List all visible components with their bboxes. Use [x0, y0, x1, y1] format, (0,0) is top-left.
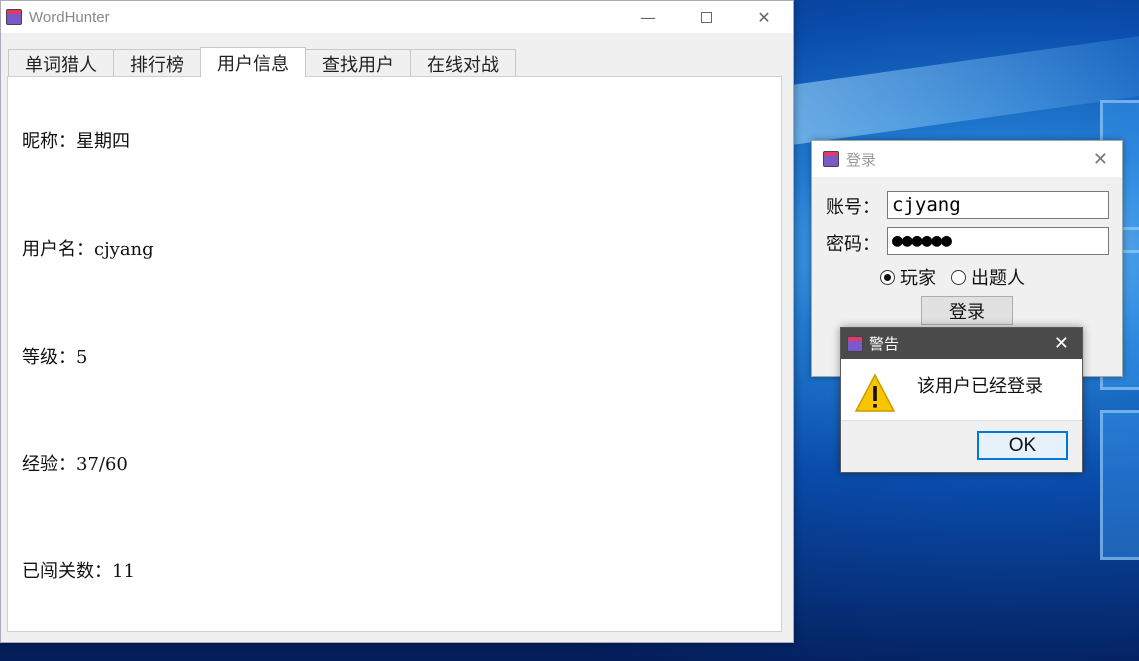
- tab-user-info[interactable]: 用户信息: [200, 47, 306, 77]
- close-icon[interactable]: ✕: [1054, 333, 1069, 354]
- login-titlebar[interactable]: 登录 ✕: [812, 141, 1122, 177]
- nickname-text: 昵称：星期四: [22, 131, 130, 152]
- username-text: 用户名：cjyang: [22, 239, 154, 260]
- maximize-icon: [700, 11, 712, 23]
- experience-text: 经验：37/60: [22, 454, 128, 475]
- stages-passed-text: 已闯关数：11: [22, 561, 135, 582]
- password-label: 密码：: [826, 234, 880, 255]
- ok-button[interactable]: OK: [977, 431, 1068, 460]
- warning-footer: OK: [841, 420, 1082, 472]
- close-button[interactable]: ✕: [735, 1, 793, 33]
- user-info-panel: 昵称：星期四 用户名：cjyang 等级：5 经验：37/60 已闯关数：11: [7, 76, 782, 632]
- warning-title: 警告: [869, 336, 900, 353]
- app-icon: [847, 335, 863, 352]
- tab-word-hunter[interactable]: 单词猎人: [8, 49, 114, 77]
- radio-player[interactable]: [880, 269, 895, 285]
- window-title: WordHunter: [29, 8, 110, 26]
- close-icon: ✕: [757, 7, 771, 27]
- wallpaper-window-pane: [1100, 410, 1139, 560]
- warning-dialog: 警告 ✕ 该用户已经登录 OK: [840, 327, 1083, 473]
- login-title: 登录: [846, 151, 877, 169]
- radio-question-setter-label[interactable]: 出题人: [971, 264, 1025, 290]
- login-button[interactable]: 登录: [921, 296, 1013, 325]
- main-titlebar[interactable]: WordHunter — ✕: [1, 1, 793, 33]
- radio-player-label[interactable]: 玩家: [900, 264, 936, 290]
- main-window: WordHunter — ✕ 单词猎人 排行榜 用户信息 查找用户 在线对战 昵…: [0, 0, 794, 643]
- password-input[interactable]: ●●●●●●: [887, 227, 1109, 255]
- radio-question-setter[interactable]: [951, 269, 966, 285]
- account-input[interactable]: cjyang: [887, 191, 1109, 219]
- tab-online-battle[interactable]: 在线对战: [410, 49, 516, 77]
- level-text: 等级：5: [22, 347, 88, 368]
- tab-leaderboard[interactable]: 排行榜: [113, 49, 201, 77]
- minimize-icon: —: [640, 7, 656, 27]
- warning-icon: [854, 373, 896, 412]
- tab-bar: 单词猎人 排行榜 用户信息 查找用户 在线对战: [8, 47, 516, 77]
- account-label: 账号：: [826, 197, 880, 218]
- warning-message: 该用户已经登录: [917, 376, 1043, 397]
- warning-titlebar[interactable]: 警告 ✕: [841, 328, 1082, 359]
- role-selector: 玩家 出题人: [880, 264, 1025, 290]
- app-icon: [823, 151, 839, 167]
- tab-find-user[interactable]: 查找用户: [305, 49, 411, 77]
- wallpaper-light-beam: [790, 34, 1139, 146]
- minimize-button[interactable]: —: [619, 1, 677, 33]
- close-icon[interactable]: ✕: [1093, 149, 1108, 170]
- maximize-button[interactable]: [677, 1, 735, 33]
- app-icon: [6, 9, 22, 25]
